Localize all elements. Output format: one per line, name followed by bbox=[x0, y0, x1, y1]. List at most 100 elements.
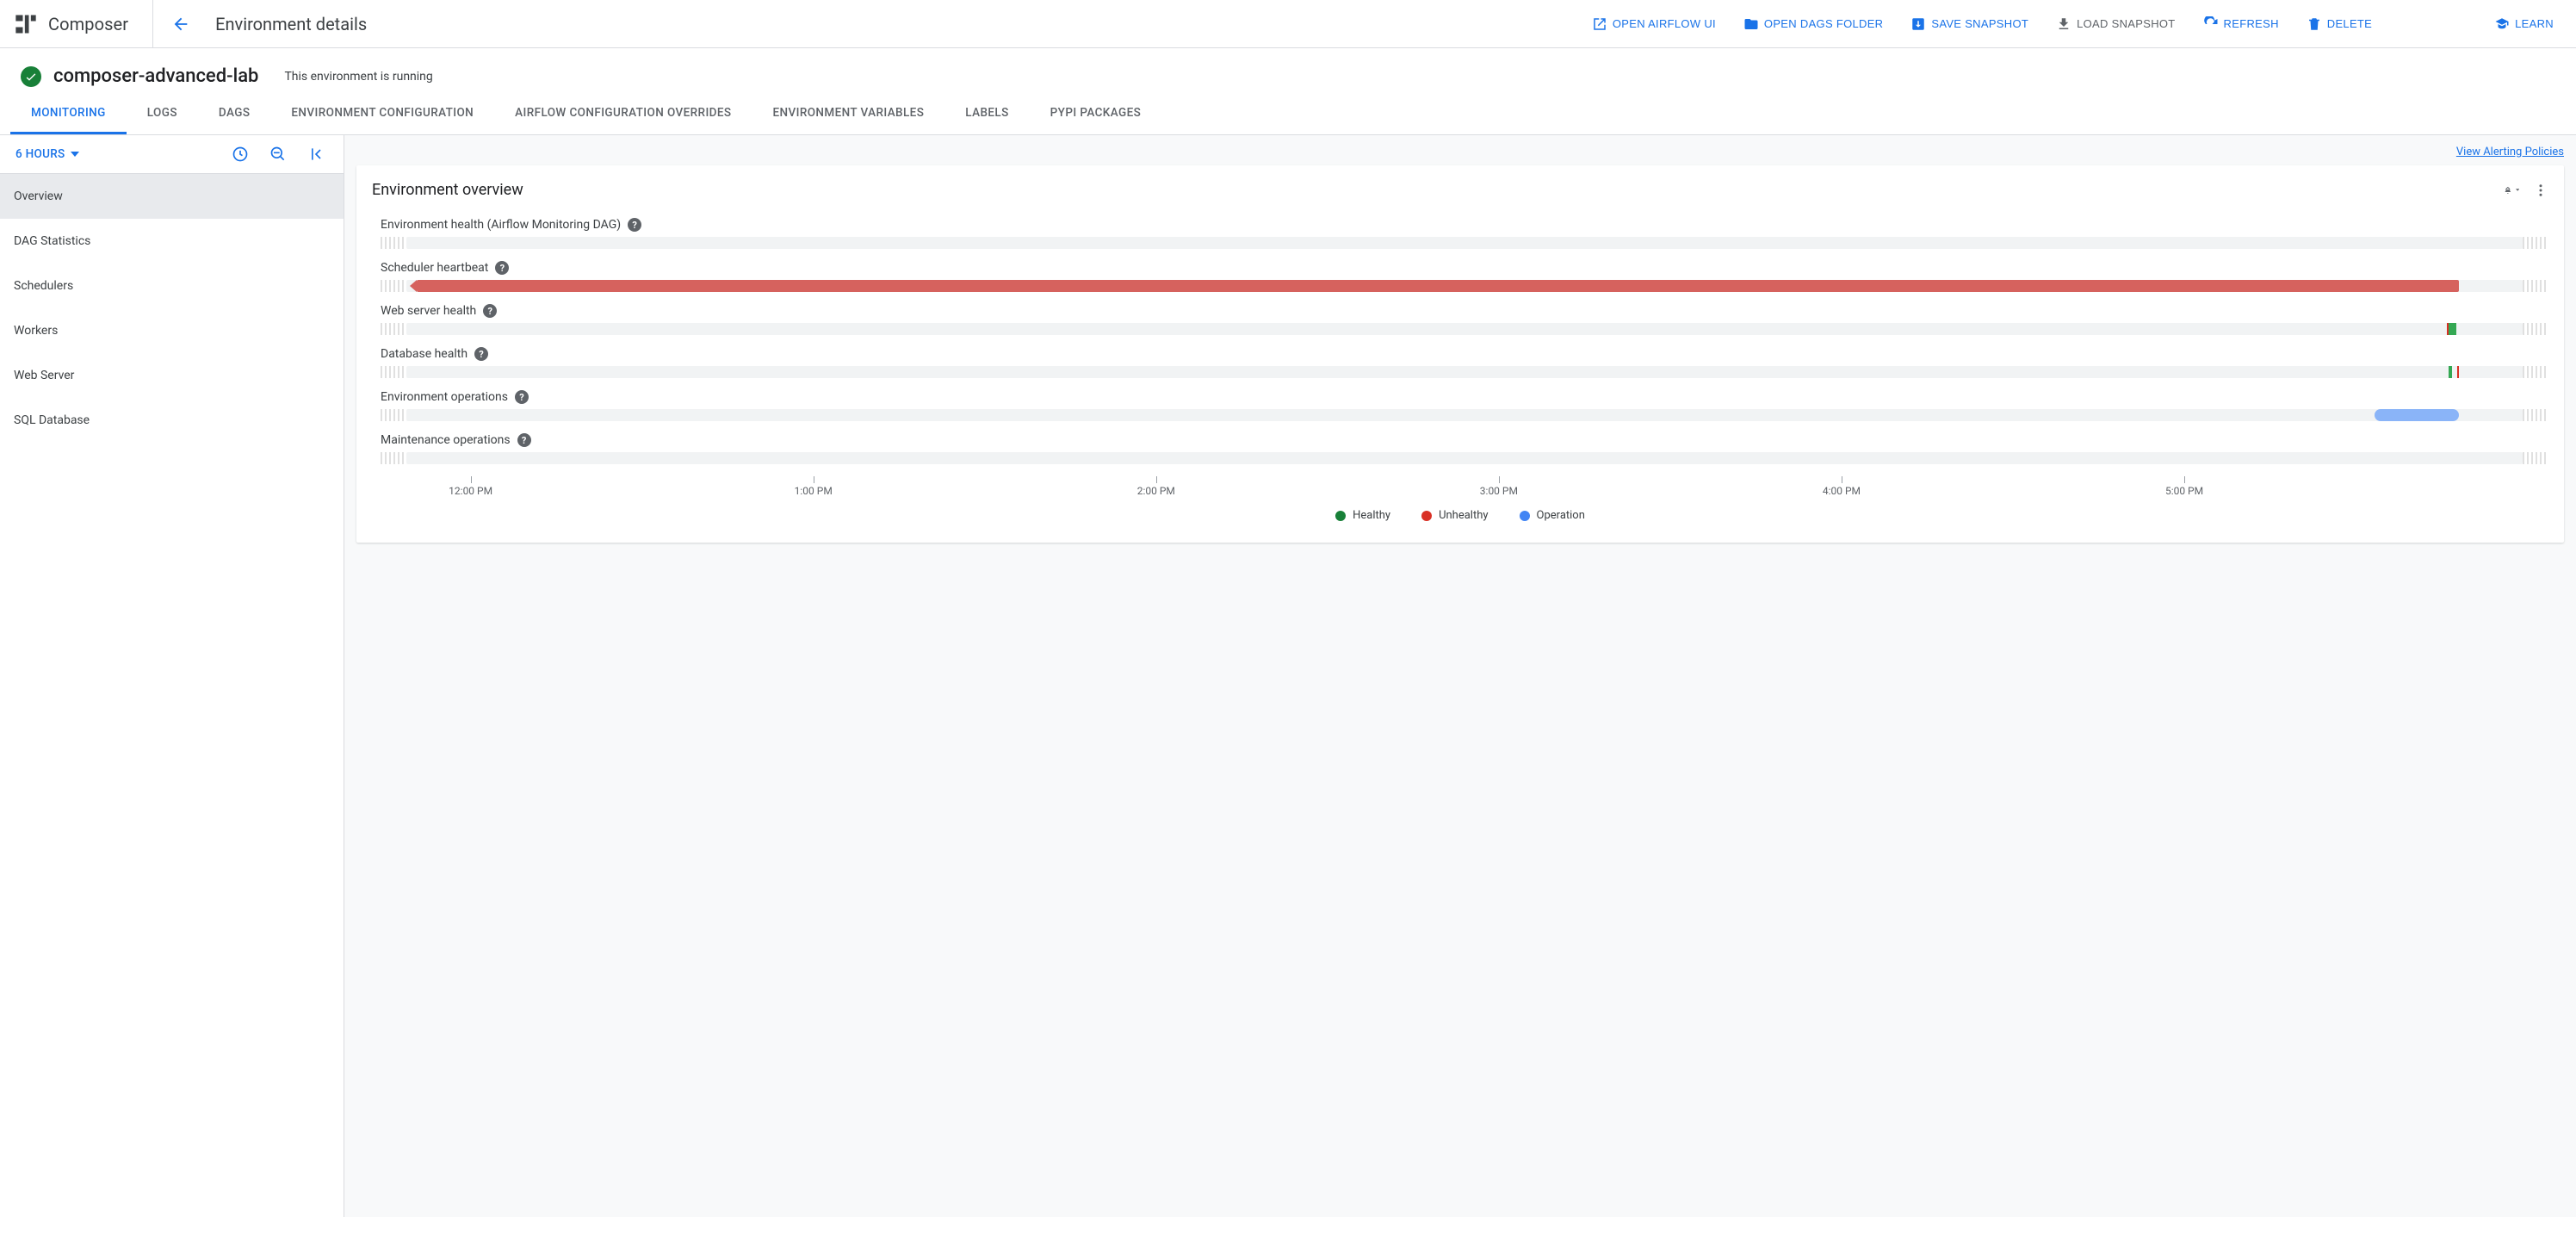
tab-labels[interactable]: LABELS bbox=[944, 94, 1029, 134]
notification-dropdown-icon[interactable] bbox=[2504, 183, 2519, 198]
refresh-button[interactable]: REFRESH bbox=[2195, 11, 2288, 37]
time-range-label: 6 HOURS bbox=[15, 147, 65, 161]
tab-environment-variables[interactable]: ENVIRONMENT VARIABLES bbox=[752, 94, 944, 134]
legend-dot-blue-icon bbox=[1520, 511, 1530, 521]
sidebar-item-schedulers[interactable]: Schedulers bbox=[0, 264, 344, 308]
open-airflow-ui-button[interactable]: OPEN AIRFLOW UI bbox=[1583, 11, 1725, 37]
legend-unhealthy: Unhealthy bbox=[1421, 509, 1488, 522]
sidebar: 6 HOURS Overview DAG Statistics Schedule… bbox=[0, 135, 344, 1217]
sidebar-item-dag-statistics[interactable]: DAG Statistics bbox=[0, 219, 344, 264]
content-area: 6 HOURS Overview DAG Statistics Schedule… bbox=[0, 135, 2576, 1217]
top-bar: Composer Environment details OPEN AIRFLO… bbox=[0, 0, 2576, 48]
sidebar-item-workers[interactable]: Workers bbox=[0, 308, 344, 353]
metric-track bbox=[381, 409, 2548, 421]
alert-link-row: View Alerting Policies bbox=[356, 146, 2564, 165]
folder-icon bbox=[1743, 16, 1759, 32]
load-snapshot-button[interactable]: LOAD SNAPSHOT bbox=[2047, 11, 2183, 37]
sidebar-toolbar: 6 HOURS bbox=[0, 135, 344, 174]
environment-name: composer-advanced-lab bbox=[53, 65, 258, 87]
refresh-icon bbox=[2203, 16, 2219, 32]
save-snapshot-button[interactable]: SAVE SNAPSHOT bbox=[1902, 11, 2037, 37]
axis-label: 3:00 PM bbox=[1480, 485, 1518, 497]
chart-legend: Healthy Unhealthy Operation bbox=[372, 509, 2548, 522]
metric-track bbox=[381, 323, 2548, 335]
sidebar-item-sql-database[interactable]: SQL Database bbox=[0, 398, 344, 443]
time-range-selector[interactable]: 6 HOURS bbox=[10, 142, 84, 166]
open-external-icon bbox=[1592, 16, 1607, 32]
metric-scheduler-heartbeat: Scheduler heartbeat ? bbox=[372, 261, 2548, 292]
axis-label: 5:00 PM bbox=[2165, 485, 2203, 497]
environment-overview-card: Environment overview Environment health … bbox=[356, 165, 2564, 543]
metric-label: Scheduler heartbeat bbox=[381, 261, 488, 275]
tab-pypi-packages[interactable]: PYPI PACKAGES bbox=[1030, 94, 1162, 134]
tab-bar: MONITORING LOGS DAGS ENVIRONMENT CONFIGU… bbox=[0, 94, 2576, 135]
collapse-panel-icon[interactable] bbox=[307, 146, 325, 163]
tab-environment-configuration[interactable]: ENVIRONMENT CONFIGURATION bbox=[270, 94, 494, 134]
environment-status-text: This environment is running bbox=[284, 70, 432, 84]
help-icon[interactable]: ? bbox=[517, 433, 531, 447]
save-snapshot-icon bbox=[1910, 16, 1926, 32]
button-label: LEARN bbox=[2515, 17, 2554, 30]
metric-track bbox=[381, 237, 2548, 249]
learn-icon bbox=[2494, 16, 2510, 32]
axis-label: 2:00 PM bbox=[1137, 485, 1175, 497]
metric-track bbox=[381, 452, 2548, 464]
toolbar-actions: OPEN AIRFLOW UI OPEN DAGS FOLDER SAVE SN… bbox=[1583, 11, 2562, 37]
metric-maintenance-operations: Maintenance operations ? bbox=[372, 433, 2548, 464]
tab-dags[interactable]: DAGS bbox=[198, 94, 271, 134]
page-title: Environment details bbox=[215, 14, 367, 34]
button-label: OPEN AIRFLOW UI bbox=[1613, 17, 1716, 30]
help-icon[interactable]: ? bbox=[515, 390, 529, 404]
metric-track bbox=[381, 280, 2548, 292]
zoom-out-icon[interactable] bbox=[269, 146, 287, 163]
metric-label: Environment health (Airflow Monitoring D… bbox=[381, 218, 621, 232]
load-snapshot-icon bbox=[2056, 16, 2071, 32]
back-button[interactable] bbox=[170, 14, 191, 34]
open-dags-folder-button[interactable]: OPEN DAGS FOLDER bbox=[1735, 11, 1892, 37]
metric-web-server-health: Web server health ? bbox=[372, 304, 2548, 335]
clock-icon[interactable] bbox=[232, 146, 249, 163]
sidebar-item-overview[interactable]: Overview bbox=[0, 174, 344, 219]
trash-icon bbox=[2307, 16, 2322, 32]
learn-button[interactable]: LEARN bbox=[2486, 11, 2562, 37]
metric-environment-operations: Environment operations ? bbox=[372, 390, 2548, 421]
button-label: LOAD SNAPSHOT bbox=[2077, 17, 2175, 30]
metric-label: Web server health bbox=[381, 304, 476, 318]
tab-monitoring[interactable]: MONITORING bbox=[10, 94, 127, 134]
metric-label: Environment operations bbox=[381, 390, 508, 404]
composer-logo-icon bbox=[14, 12, 38, 36]
metric-environment-health: Environment health (Airflow Monitoring D… bbox=[372, 218, 2548, 249]
help-icon[interactable]: ? bbox=[474, 347, 488, 361]
legend-operation: Operation bbox=[1520, 509, 1585, 522]
button-label: OPEN DAGS FOLDER bbox=[1764, 17, 1883, 30]
card-title: Environment overview bbox=[372, 181, 523, 199]
delete-button[interactable]: DELETE bbox=[2298, 11, 2381, 37]
button-label: DELETE bbox=[2327, 17, 2372, 30]
tab-logs[interactable]: LOGS bbox=[127, 94, 198, 134]
product-name[interactable]: Composer bbox=[48, 0, 153, 48]
axis-label: 12:00 PM bbox=[449, 485, 492, 497]
axis-label: 1:00 PM bbox=[795, 485, 833, 497]
tab-airflow-configuration-overrides[interactable]: AIRFLOW CONFIGURATION OVERRIDES bbox=[494, 94, 752, 134]
status-check-icon bbox=[21, 66, 41, 87]
metric-label: Database health bbox=[381, 347, 468, 361]
dropdown-caret-icon bbox=[71, 152, 79, 157]
metric-track bbox=[381, 366, 2548, 378]
help-icon[interactable]: ? bbox=[483, 304, 497, 318]
metric-label: Maintenance operations bbox=[381, 433, 511, 447]
metric-database-health: Database health ? bbox=[372, 347, 2548, 378]
more-options-icon[interactable] bbox=[2533, 183, 2548, 198]
main-panel: View Alerting Policies Environment overv… bbox=[344, 135, 2576, 1217]
view-alerting-policies-link[interactable]: View Alerting Policies bbox=[2456, 146, 2564, 158]
legend-dot-green-icon bbox=[1335, 511, 1346, 521]
environment-header: composer-advanced-lab This environment i… bbox=[0, 48, 2576, 94]
help-icon[interactable]: ? bbox=[628, 218, 641, 232]
legend-healthy: Healthy bbox=[1335, 509, 1390, 522]
button-label: REFRESH bbox=[2224, 17, 2279, 30]
legend-dot-red-icon bbox=[1421, 511, 1432, 521]
help-icon[interactable]: ? bbox=[495, 261, 509, 275]
button-label: SAVE SNAPSHOT bbox=[1931, 17, 2028, 30]
sidebar-item-web-server[interactable]: Web Server bbox=[0, 353, 344, 398]
axis-label: 4:00 PM bbox=[1823, 485, 1861, 497]
time-axis: 12:00 PM 1:00 PM 2:00 PM 3:00 PM 4:00 PM… bbox=[406, 476, 2548, 502]
